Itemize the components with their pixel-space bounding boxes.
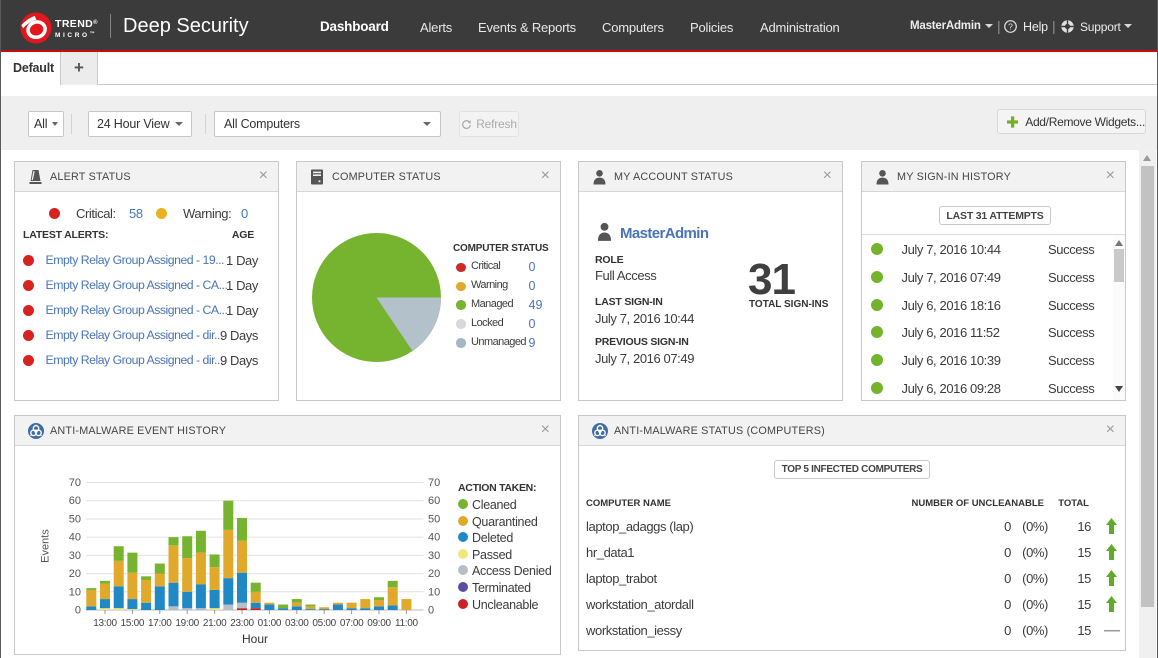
svg-text:70: 70 [69, 477, 81, 489]
svg-text:20: 20 [428, 568, 440, 580]
svg-text:50: 50 [69, 513, 81, 525]
svg-text:?: ? [1008, 22, 1013, 32]
svg-text:07:00: 07:00 [340, 618, 364, 629]
svg-text:23:00: 23:00 [230, 618, 254, 629]
svg-text:40: 40 [69, 532, 81, 544]
svg-text:01:00: 01:00 [258, 618, 282, 629]
svg-text:60: 60 [428, 495, 440, 507]
svg-text:19:00: 19:00 [175, 618, 199, 629]
svg-text:40: 40 [428, 532, 440, 544]
svg-text:70: 70 [428, 477, 440, 489]
svg-text:Events: Events [40, 529, 52, 563]
svg-text:09:00: 09:00 [367, 618, 391, 629]
svg-text:17:00: 17:00 [148, 618, 172, 629]
svg-text:21:00: 21:00 [203, 618, 227, 629]
svg-text:15:00: 15:00 [121, 618, 145, 629]
svg-text:Hour: Hour [242, 632, 268, 646]
svg-text:60: 60 [69, 495, 81, 507]
svg-text:13:00: 13:00 [93, 618, 117, 629]
svg-text:03:00: 03:00 [285, 618, 309, 629]
svg-text:10: 10 [69, 586, 81, 598]
svg-text:0: 0 [428, 605, 434, 617]
svg-text:20: 20 [69, 568, 81, 580]
svg-text:11:00: 11:00 [395, 618, 419, 629]
svg-text:50: 50 [428, 513, 440, 525]
svg-text:10: 10 [428, 586, 440, 598]
svg-text:05:00: 05:00 [312, 618, 336, 629]
svg-text:30: 30 [69, 550, 81, 562]
svg-text:0: 0 [75, 605, 81, 617]
svg-text:30: 30 [428, 550, 440, 562]
